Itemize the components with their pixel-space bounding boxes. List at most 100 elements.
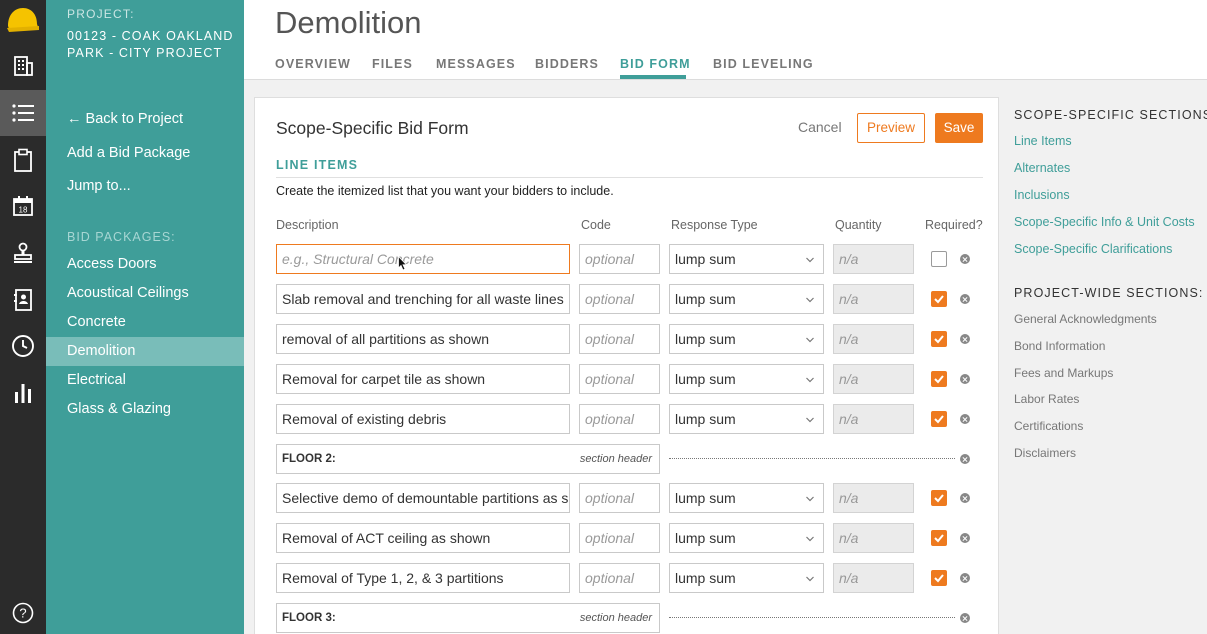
required-checkbox[interactable] [931,490,947,506]
clock-icon[interactable] [0,323,46,369]
quantity-input[interactable]: n/a [833,284,914,314]
building-icon[interactable] [0,43,46,89]
remove-row-icon[interactable] [960,374,970,384]
jump-to-link[interactable]: Jump to... [67,178,131,194]
section-header-row: FLOOR 2: section header [276,444,986,475]
calendar-icon[interactable]: 18 [0,183,46,229]
chevron-down-icon [806,576,814,582]
tab-bid-leveling[interactable]: BID LEVELING [713,57,814,71]
required-checkbox[interactable] [931,570,947,586]
code-input[interactable]: optional [579,563,660,593]
response-type-select[interactable]: lump sum [669,483,824,513]
bid-package-access-doors[interactable]: Access Doors [46,250,244,279]
description-input[interactable]: Slab removal and trenching for all waste… [276,284,570,314]
quantity-input[interactable]: n/a [833,563,914,593]
code-input[interactable]: optional [579,364,660,394]
line-items-heading: LINE ITEMS [276,158,359,172]
required-checkbox[interactable] [931,530,947,546]
remove-row-icon[interactable] [960,613,970,623]
line-item-row: Removal of Type 1, 2, & 3 partitions opt… [276,563,986,594]
nav-alternates[interactable]: Alternates [1014,161,1070,175]
required-checkbox[interactable] [931,371,947,387]
save-button[interactable]: Save [935,113,983,143]
checkmark-icon [934,415,944,424]
tab-messages[interactable]: MESSAGES [436,57,516,71]
description-input[interactable]: removal of all partitions as shown [276,324,570,354]
bid-package-acoustical-ceilings[interactable]: Acoustical Ceilings [46,279,244,308]
required-checkbox[interactable] [931,331,947,347]
list-icon[interactable] [0,90,46,136]
quantity-input[interactable]: n/a [833,324,914,354]
nav-labor-rates[interactable]: Labor Rates [1014,392,1079,406]
back-to-project-link[interactable]: ← Back to Project [67,111,183,127]
description-input[interactable]: Removal of ACT ceiling as shown [276,523,570,553]
contacts-book-icon[interactable] [0,277,46,323]
required-checkbox[interactable] [931,411,947,427]
response-type-select[interactable]: lump sum [669,324,824,354]
page-title: Demolition [275,5,422,40]
quantity-input[interactable]: n/a [833,523,914,553]
add-bid-package-link[interactable]: Add a Bid Package [67,145,190,161]
nav-scope-info-unit-costs[interactable]: Scope-Specific Info & Unit Costs [1014,215,1195,229]
tab-bidders[interactable]: BIDDERS [535,57,599,71]
description-input[interactable]: Removal for carpet tile as shown [276,364,570,394]
description-input[interactable]: Removal of existing debris [276,404,570,434]
response-type-select[interactable]: lump sum [669,563,824,593]
bid-package-electrical[interactable]: Electrical [46,366,244,395]
response-type-select[interactable]: lump sum [669,404,824,434]
checkmark-icon [934,574,944,583]
nav-scope-clarifications[interactable]: Scope-Specific Clarifications [1014,242,1172,256]
remove-row-icon[interactable] [960,573,970,583]
description-input[interactable]: Removal of Type 1, 2, & 3 partitions [276,563,570,593]
preview-button[interactable]: Preview [857,113,925,143]
nav-certifications[interactable]: Certifications [1014,419,1083,433]
quantity-input[interactable]: n/a [833,364,914,394]
response-type-select[interactable]: lump sum [669,284,824,314]
quantity-input[interactable]: n/a [833,404,914,434]
code-input[interactable]: optional [579,324,660,354]
nav-general-acknowledgments[interactable]: General Acknowledgments [1014,312,1157,326]
response-type-select[interactable]: lump sum [669,364,824,394]
required-checkbox[interactable] [931,291,947,307]
description-input[interactable]: e.g., Structural Concrete [276,244,570,274]
required-checkbox[interactable] [931,251,947,267]
hardhat-logo-icon[interactable] [5,4,39,36]
remove-row-icon[interactable] [960,454,970,464]
section-header-input[interactable]: FLOOR 2: section header [276,444,660,474]
nav-line-items[interactable]: Line Items [1014,134,1072,148]
calendar-day: 18 [19,206,28,215]
section-header-input[interactable]: FLOOR 3: section header [276,603,660,633]
clipboard-icon[interactable] [0,137,46,183]
description-input[interactable]: Selective demo of demountable partitions… [276,483,570,513]
quantity-input[interactable]: n/a [833,483,914,513]
tab-overview[interactable]: OVERVIEW [275,57,351,71]
chevron-down-icon [806,417,814,423]
response-type-select[interactable]: lump sum [669,244,824,274]
cancel-button[interactable]: Cancel [798,119,842,135]
code-input[interactable]: optional [579,483,660,513]
response-type-select[interactable]: lump sum [669,523,824,553]
help-icon[interactable]: ? [0,590,46,634]
code-input[interactable]: optional [579,404,660,434]
nav-bond-information[interactable]: Bond Information [1014,339,1105,353]
remove-row-icon[interactable] [960,533,970,543]
remove-row-icon[interactable] [960,493,970,503]
bid-package-glass-glazing[interactable]: Glass & Glazing [46,395,244,424]
stamp-icon[interactable] [0,230,46,276]
code-input[interactable]: optional [579,244,660,274]
remove-row-icon[interactable] [960,334,970,344]
nav-disclaimers[interactable]: Disclaimers [1014,446,1076,460]
remove-row-icon[interactable] [960,254,970,264]
bar-chart-icon[interactable] [0,370,46,416]
remove-row-icon[interactable] [960,414,970,424]
quantity-input[interactable]: n/a [833,244,914,274]
tab-files[interactable]: FILES [372,57,413,71]
bid-package-concrete[interactable]: Concrete [46,308,244,337]
nav-inclusions[interactable]: Inclusions [1014,188,1070,202]
bid-package-demolition[interactable]: Demolition [46,337,244,366]
code-input[interactable]: optional [579,523,660,553]
code-input[interactable]: optional [579,284,660,314]
nav-fees-markups[interactable]: Fees and Markups [1014,366,1113,380]
tab-bid-form[interactable]: BID FORM [620,57,691,71]
remove-row-icon[interactable] [960,294,970,304]
